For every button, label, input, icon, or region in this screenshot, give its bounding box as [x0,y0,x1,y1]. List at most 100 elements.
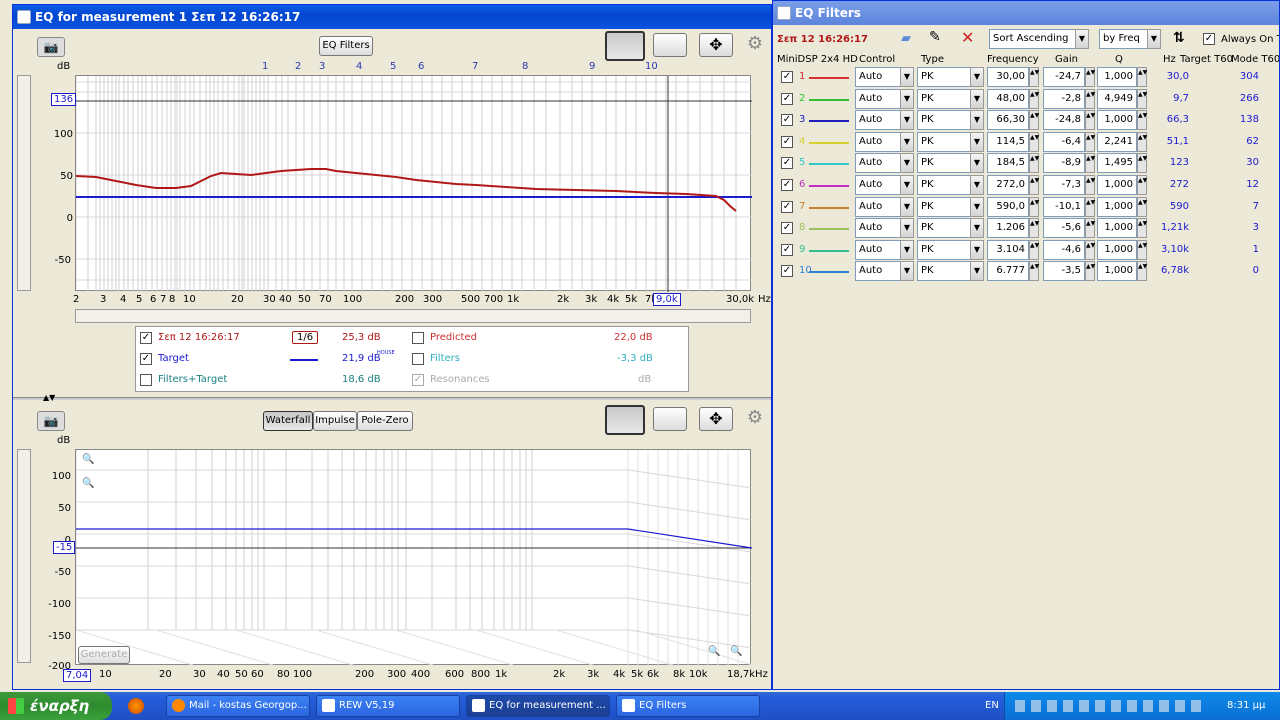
filter-enabled-checkbox[interactable]: ✓ [781,114,793,127]
filter-control-select[interactable]: Auto [855,131,901,152]
filter-type-dropdown-icon[interactable]: ▼ [970,67,984,87]
filter-frequency-spinner[interactable]: ▲▼ [1029,131,1039,152]
sort-direction-icon[interactable]: ⇅ [1173,30,1185,46]
filter-type-select[interactable]: PK [917,88,971,109]
filter-frequency-spinner[interactable]: ▲▼ [1029,67,1039,87]
sort-order-dropdown-icon[interactable]: ▼ [1075,29,1089,49]
zoom-x-in-icon[interactable]: 🔍 [708,646,720,657]
tab-impulse[interactable]: Impulse [313,411,357,431]
filter-frequency-input[interactable]: 48,00 [987,88,1029,109]
eq-filters-titlebar[interactable]: EQ Filters [773,1,1279,25]
tab-pole-zero[interactable]: Pole-Zero [357,411,413,431]
filter-type-dropdown-icon[interactable]: ▼ [970,196,984,217]
filter-gain-input[interactable]: -5,6 [1043,218,1085,239]
filter-q-input[interactable]: 4,949 [1097,88,1137,109]
filter-enabled-checkbox[interactable]: ✓ [781,157,793,170]
filter-frequency-spinner[interactable]: ▲▼ [1029,175,1039,195]
filter-enabled-checkbox[interactable]: ✓ [781,243,793,256]
filter-enabled-checkbox[interactable]: ✓ [781,92,793,105]
filter-frequency-input[interactable]: 184,5 [987,153,1029,174]
filter-gain-spinner[interactable]: ▲▼ [1085,88,1095,109]
filter-control-dropdown-icon[interactable]: ▼ [900,196,914,217]
filter-gain-spinner[interactable]: ▲▼ [1085,239,1095,260]
filter-q-spinner[interactable]: ▲▼ [1137,175,1147,195]
filter-q-spinner[interactable]: ▲▼ [1137,110,1147,131]
delete-icon[interactable]: ✕ [961,28,979,47]
filter-enabled-checkbox[interactable]: ✓ [781,200,793,213]
filter-type-dropdown-icon[interactable]: ▼ [970,110,984,131]
filter-q-input[interactable]: 1,000 [1097,110,1137,131]
filter-frequency-spinner[interactable]: ▲▼ [1029,218,1039,239]
filter-type-select[interactable]: PK [917,239,971,260]
filter-frequency-input[interactable]: 114,5 [987,131,1029,152]
filter-control-dropdown-icon[interactable]: ▼ [900,88,914,109]
filter-control-dropdown-icon[interactable]: ▼ [900,131,914,152]
filter-frequency-input[interactable]: 272,0 [987,175,1029,195]
camera-icon[interactable]: 📷 [37,37,65,57]
filter-control-select[interactable]: Auto [855,175,901,195]
filter-control-select[interactable]: Auto [855,261,901,282]
filter-gain-spinner[interactable]: ▲▼ [1085,153,1095,174]
sort-by-dropdown-icon[interactable]: ▼ [1147,29,1161,49]
filter-q-spinner[interactable]: ▲▼ [1137,88,1147,109]
filter-gain-spinner[interactable]: ▲▼ [1085,67,1095,87]
folder-icon[interactable]: ▰ [901,31,919,47]
filter-type-dropdown-icon[interactable]: ▼ [970,261,984,282]
filter-control-dropdown-icon[interactable]: ▼ [900,218,914,239]
tray-icons[interactable] [1015,700,1205,712]
filter-type-select[interactable]: PK [917,110,971,131]
settings-gear-icon-bottom[interactable]: ⚙ [743,407,767,431]
settings-gear-icon[interactable]: ⚙ [743,33,767,57]
filter-q-input[interactable]: 2,241 [1097,131,1137,152]
filter-frequency-input[interactable]: 66,30 [987,110,1029,131]
filter-control-dropdown-icon[interactable]: ▼ [900,261,914,282]
smoothing-badge[interactable]: 1/6 [292,331,319,344]
pane-divider[interactable] [13,397,771,400]
filter-frequency-spinner[interactable]: ▲▼ [1029,110,1039,131]
filter-gain-input[interactable]: -2,8 [1043,88,1085,109]
filter-type-dropdown-icon[interactable]: ▼ [970,239,984,260]
filter-type-select[interactable]: PK [917,153,971,174]
filter-frequency-spinner[interactable]: ▲▼ [1029,153,1039,174]
filter-q-spinner[interactable]: ▲▼ [1137,261,1147,282]
filter-q-input[interactable]: 1,495 [1097,153,1137,174]
filters-checkbox[interactable] [412,353,424,365]
filter-frequency-spinner[interactable]: ▲▼ [1029,261,1039,282]
eq-filters-button[interactable]: EQ Filters [319,36,373,56]
filter-control-select[interactable]: Auto [855,153,901,174]
eq-window-titlebar[interactable]: EQ for measurement 1 Σεπ 12 16:26:17 [13,5,771,29]
split-layout-icon[interactable] [653,33,687,57]
filter-control-select[interactable]: Auto [855,67,901,87]
firefox-quicklaunch-icon[interactable] [128,698,144,714]
task-rew[interactable]: REW V5,19 [316,695,460,717]
filter-type-dropdown-icon[interactable]: ▼ [970,218,984,239]
filter-gain-spinner[interactable]: ▲▼ [1085,175,1095,195]
filter-gain-input[interactable]: -7,3 [1043,175,1085,195]
top-chart-area[interactable] [75,75,752,292]
zoom-x-out-icon[interactable]: 🔍 [730,646,742,657]
filter-type-select[interactable]: PK [917,261,971,282]
filter-frequency-input[interactable]: 1.206 [987,218,1029,239]
task-mail[interactable]: Mail - kostas Georgop... [166,695,310,717]
edit-icon[interactable]: ✎ [929,29,947,47]
filter-q-input[interactable]: 1,000 [1097,261,1137,282]
filter-enabled-checkbox[interactable]: ✓ [781,265,793,278]
move-arrows-icon-bottom[interactable]: ✥ [699,407,733,431]
filter-q-input[interactable]: 1,000 [1097,196,1137,217]
filter-gain-input[interactable]: -10,1 [1043,196,1085,217]
sort-order-select[interactable]: Sort Ascending [989,29,1089,49]
filter-frequency-input[interactable]: 3.104 [987,239,1029,260]
graph-layout-icon[interactable] [605,31,645,61]
bottom-chart-area[interactable]: 🔍 🔍 🔍 🔍 Generate [75,449,752,666]
filter-type-select[interactable]: PK [917,196,971,217]
filter-frequency-spinner[interactable]: ▲▼ [1029,239,1039,260]
move-arrows-icon[interactable]: ✥ [699,33,733,57]
filter-q-spinner[interactable]: ▲▼ [1137,196,1147,217]
filter-control-dropdown-icon[interactable]: ▼ [900,153,914,174]
filter-gain-spinner[interactable]: ▲▼ [1085,196,1095,217]
filter-type-dropdown-icon[interactable]: ▼ [970,153,984,174]
filter-type-dropdown-icon[interactable]: ▼ [970,88,984,109]
target-checkbox[interactable]: ✓ [140,353,152,365]
filter-q-input[interactable]: 1,000 [1097,67,1137,87]
filter-gain-input[interactable]: -24,8 [1043,110,1085,131]
